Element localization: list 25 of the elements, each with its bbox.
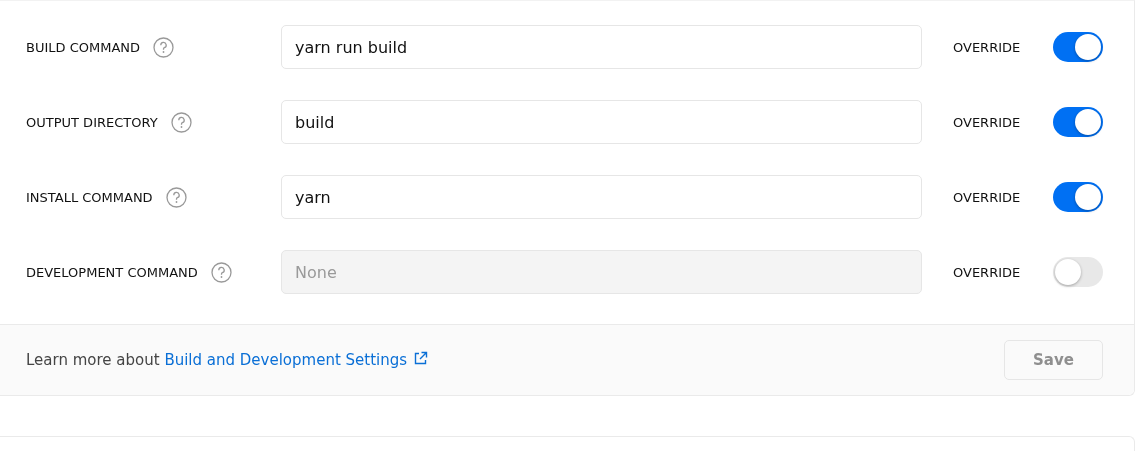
override-label: OVERRIDE	[953, 39, 1022, 55]
override-toggle[interactable]	[1053, 182, 1103, 212]
help-icon[interactable]	[210, 261, 232, 283]
command-field[interactable]: yarn run build	[281, 25, 922, 69]
override-label: OVERRIDE	[953, 114, 1022, 130]
toggle-thumb[interactable]	[1075, 109, 1101, 135]
help-icon[interactable]	[170, 111, 192, 133]
help-icon[interactable]	[153, 36, 175, 58]
toggle-thumb[interactable]	[1075, 34, 1101, 60]
field-label: INSTALL COMMAND	[26, 189, 153, 205]
override-toggle[interactable]	[1053, 32, 1103, 62]
external-link-icon	[413, 351, 429, 366]
field-label: OUTPUT DIRECTORY	[26, 114, 158, 130]
override-toggle[interactable]	[1053, 257, 1103, 287]
override-toggle[interactable]	[1053, 107, 1103, 137]
command-field[interactable]: yarn	[281, 175, 922, 219]
command-field[interactable]: build	[281, 100, 922, 144]
override-label: OVERRIDE	[953, 264, 1022, 280]
override-label: OVERRIDE	[953, 189, 1022, 205]
field-label: DEVELOPMENT COMMAND	[26, 264, 198, 280]
learn-more-text: Learn more about Build and Development Settings	[26, 351, 429, 369]
field-label: BUILD COMMAND	[26, 39, 141, 55]
docs-link[interactable]: Build and Development Settings	[164, 351, 429, 369]
toggle-thumb[interactable]	[1075, 184, 1101, 210]
help-icon[interactable]	[165, 186, 187, 208]
